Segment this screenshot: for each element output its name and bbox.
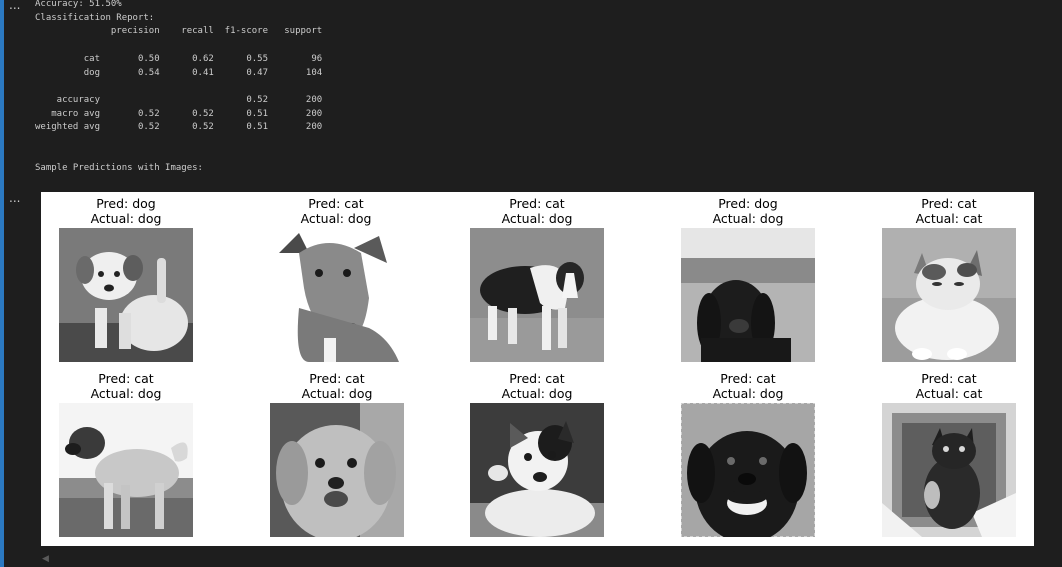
shepherd-dog-photo — [59, 403, 193, 537]
pred-label: Pred: dog — [718, 196, 778, 211]
sample-tile: Pred: cat Actual: cat — [864, 196, 1034, 362]
dark-cat-photo — [882, 403, 1016, 537]
accuracy-line: Accuracy: 51.50% — [35, 0, 122, 9]
actual-label: Actual: dog — [300, 211, 372, 226]
actual-label: Actual: dog — [90, 211, 162, 226]
sample-tile: Pred: cat Actual: dog — [452, 371, 622, 537]
sample-tile: Pred: cat Actual: dog — [252, 371, 422, 537]
actual-label: Actual: cat — [915, 386, 983, 401]
pred-label: Pred: dog — [96, 196, 156, 211]
report-title: Classification Report: — [35, 12, 155, 23]
actual-label: Actual: dog — [712, 211, 784, 226]
actual-label: Actual: cat — [915, 211, 983, 226]
pred-label: Pred: cat — [98, 371, 154, 386]
pred-label: Pred: cat — [308, 196, 364, 211]
report-row-macro-avg: macro avg 0.52 0.52 0.51 200 — [35, 108, 323, 119]
actual-label: Actual: dog — [712, 386, 784, 401]
pred-label: Pred: cat — [509, 371, 565, 386]
jack-russell-photo — [470, 403, 604, 537]
sitting-cat-photo — [882, 228, 1016, 362]
report-header: precision recall f1-score support — [35, 26, 323, 37]
sample-tile: Pred: cat Actual: dog — [663, 371, 833, 537]
actual-label: Actual: dog — [301, 386, 373, 401]
actual-label: Actual: dog — [501, 211, 573, 226]
sample-tile: Pred: dog Actual: dog — [41, 196, 211, 362]
border-collie-photo — [470, 228, 604, 362]
predictions-figure: Pred: dog Actual: dog Pred: cat Actual: … — [41, 192, 1034, 546]
text-output: Accuracy: 51.50% Classification Report: … — [35, 0, 322, 176]
report-row-dog: dog 0.54 0.41 0.47 104 — [35, 67, 323, 78]
greyhound-photo — [269, 228, 403, 362]
figure-output-actions-icon[interactable]: ... — [9, 192, 20, 204]
puppy-photo — [59, 228, 193, 362]
sample-tile: Pred: dog Actual: dog — [663, 196, 833, 362]
pred-label: Pred: cat — [309, 371, 365, 386]
sample-tile: Pred: cat Actual: cat — [864, 371, 1034, 537]
black-spaniel-photo — [681, 228, 815, 362]
report-row-weighted-avg: weighted avg 0.52 0.52 0.51 200 — [35, 122, 323, 133]
actual-label: Actual: dog — [90, 386, 162, 401]
report-row-accuracy: accuracy 0.52 200 — [35, 94, 323, 105]
report-row-cat: cat 0.50 0.62 0.55 96 — [35, 53, 323, 64]
golden-retriever-photo — [270, 403, 404, 537]
black-labrador-photo — [681, 403, 815, 537]
output-actions-icon[interactable]: ... — [9, 0, 20, 11]
pred-label: Pred: cat — [720, 371, 776, 386]
samples-title: Sample Predictions with Images: — [35, 163, 203, 174]
sample-tile: Pred: cat Actual: dog — [41, 371, 211, 537]
cell-focus-indicator — [0, 0, 4, 567]
pred-label: Pred: cat — [921, 371, 977, 386]
scroll-left-arrow[interactable]: ◀ — [42, 554, 49, 564]
sample-tile: Pred: cat Actual: dog — [452, 196, 622, 362]
sample-tile: Pred: cat Actual: dog — [251, 196, 421, 362]
actual-label: Actual: dog — [501, 386, 573, 401]
pred-label: Pred: cat — [509, 196, 565, 211]
pred-label: Pred: cat — [921, 196, 977, 211]
